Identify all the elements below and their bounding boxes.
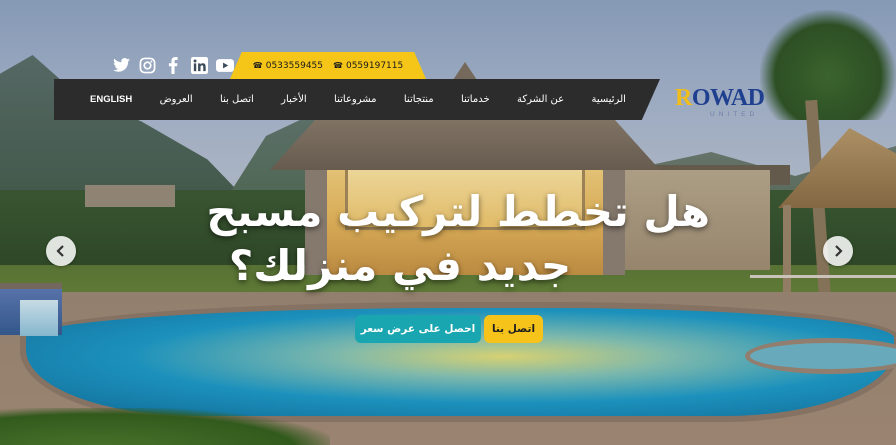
chevron-right-icon	[835, 245, 843, 257]
facebook-icon[interactable]	[164, 56, 182, 74]
contact-us-button[interactable]: اتصل بنا	[484, 315, 543, 343]
logo-wordmark: ROWAD	[675, 85, 765, 112]
get-quote-button[interactable]: احصل على عرض سعر	[355, 315, 481, 343]
phone-number-text: 0533559455	[265, 60, 323, 71]
youtube-icon[interactable]	[216, 56, 234, 74]
nav-item-home[interactable]: الرئيسية	[591, 94, 625, 105]
linkedin-icon[interactable]	[190, 56, 208, 74]
phone-icon: ☎	[333, 61, 343, 70]
nav-item-products[interactable]: منتجاتنا	[404, 94, 434, 105]
hero-headline-line-1: هل تخطط لتركيب مسبح	[206, 187, 710, 236]
chevron-left-icon	[56, 245, 64, 257]
phone-number[interactable]: ☎ 0559197115	[333, 61, 403, 71]
twitter-icon[interactable]	[112, 56, 130, 74]
logo-subtitle: UNITED	[710, 111, 759, 118]
nav-item-contact[interactable]: اتصل بنا	[220, 94, 254, 105]
slider-next-button[interactable]	[823, 236, 853, 266]
phone-icon: ☎	[252, 61, 263, 70]
phone-bar: ☎ 0533559455 ☎ 0559197115	[230, 52, 426, 79]
nav-list: ENGLISH العروض اتصل بنا الأخبار مشروعاتن…	[54, 94, 660, 105]
nav-item-about[interactable]: عن الشركة	[517, 94, 564, 105]
instagram-icon[interactable]	[138, 56, 156, 74]
slider-prev-button[interactable]	[46, 236, 76, 266]
nav-item-english[interactable]: ENGLISH	[90, 94, 132, 105]
hero-headline-line-2: جديد في منزلك؟	[228, 241, 572, 290]
logo-initial: R	[675, 85, 692, 111]
nav-item-services[interactable]: خدماتنا	[461, 94, 490, 105]
phone-number-text: 0559197115	[345, 60, 404, 71]
company-logo[interactable]: ROWAD UNITED	[672, 82, 784, 122]
hero-headline: هل تخطط لتركيب مسبح جديد في منزلك؟	[190, 185, 710, 293]
logo-main-text: OWAD	[691, 85, 765, 111]
nav-item-news[interactable]: الأخبار	[281, 94, 307, 105]
phone-number[interactable]: ☎ 0533559455	[253, 61, 323, 71]
nav-item-projects[interactable]: مشروعاتنا	[334, 94, 377, 105]
social-links	[112, 56, 234, 74]
nav-item-offers[interactable]: العروض	[160, 94, 193, 105]
main-navbar: ENGLISH العروض اتصل بنا الأخبار مشروعاتن…	[54, 79, 660, 120]
